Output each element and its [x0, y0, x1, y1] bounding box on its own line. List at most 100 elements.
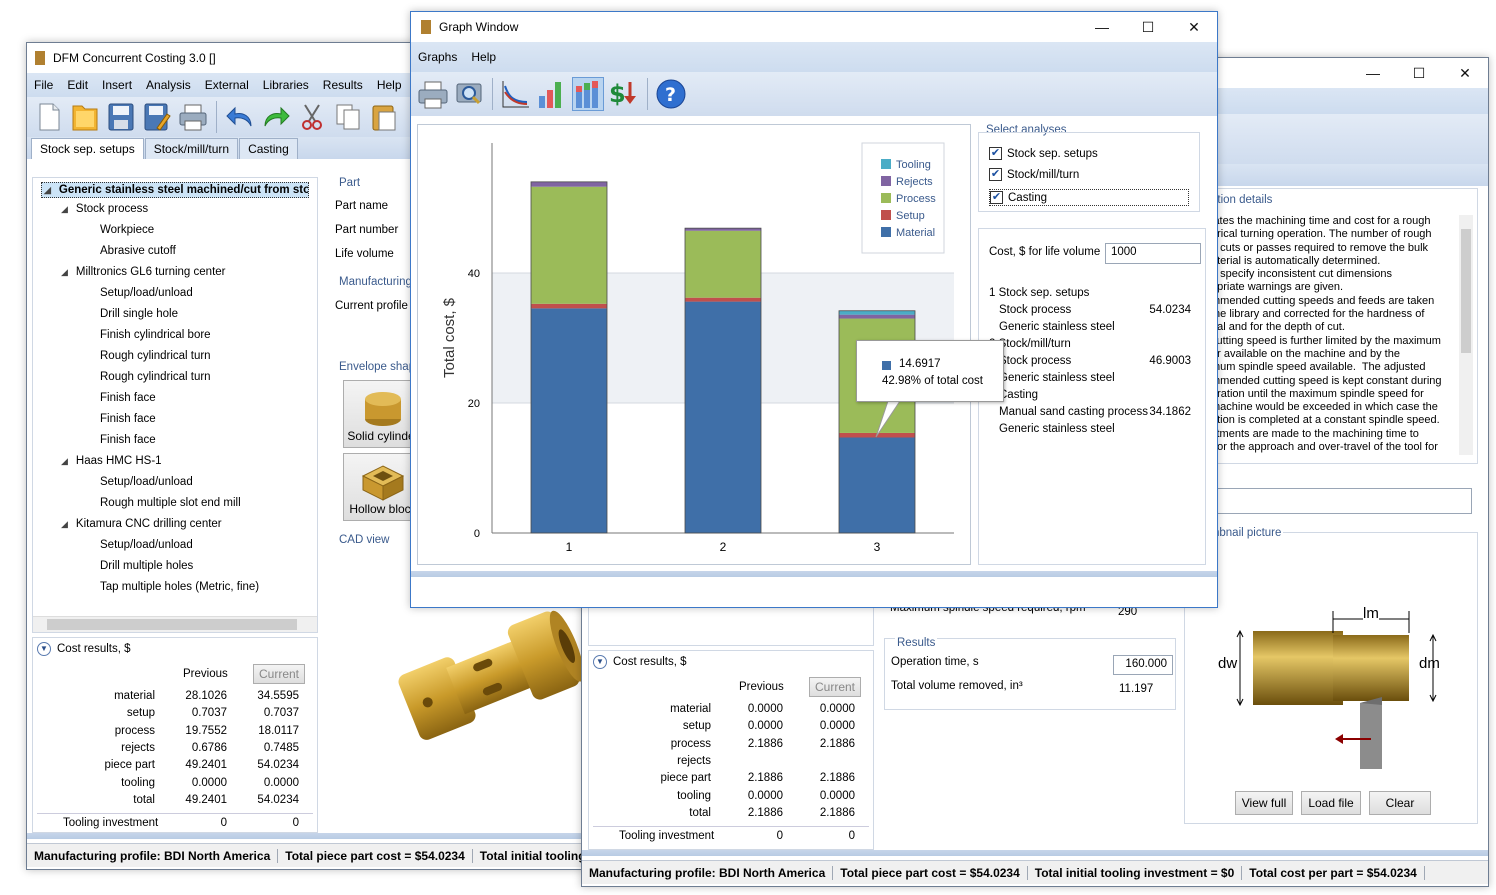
help-icon[interactable]: ? [655, 77, 687, 111]
bar-segment-process[interactable] [685, 230, 761, 298]
collapse-chevron-icon[interactable]: ▼ [593, 655, 607, 669]
analysis-checkbox[interactable]: ✔ Casting [989, 189, 1189, 206]
menu-libraries[interactable]: Libraries [263, 78, 309, 92]
clear-button[interactable]: Clear [1369, 791, 1431, 815]
menu-external[interactable]: External [205, 78, 249, 92]
tree-item[interactable]: Finish face [81, 392, 156, 404]
tree-item[interactable]: ◢ Stock process [61, 203, 148, 215]
bar-segment-material[interactable] [685, 301, 761, 533]
save-icon[interactable] [105, 100, 137, 134]
cost-results-header[interactable]: ▼ Cost results, $ [593, 655, 687, 669]
analysis-checkbox[interactable]: ✔ Stock/mill/turn [989, 168, 1079, 181]
tree-item-label: Finish face [100, 413, 156, 425]
tab-2[interactable]: Casting [239, 138, 298, 159]
tree-item[interactable]: Drill single hole [81, 308, 178, 320]
bar-segment-setup[interactable] [531, 303, 607, 309]
process-tree[interactable]: ◢ Generic stainless steel machined/cut fr… [33, 178, 317, 614]
life-volume-field[interactable]: 1000 [1105, 243, 1201, 264]
paste-icon[interactable] [368, 100, 400, 134]
copy-icon[interactable] [332, 100, 364, 134]
bar-graph-icon[interactable] [536, 77, 568, 111]
graph-maximize-icon[interactable]: ☐ [1125, 12, 1171, 42]
bar-segment-material[interactable] [839, 437, 915, 533]
collapse-chevron-icon[interactable]: ▼ [37, 642, 51, 656]
tree-item[interactable]: Rough cylindrical turn [81, 350, 211, 362]
redo-icon[interactable] [260, 100, 292, 134]
checkbox-icon[interactable]: ✔ [989, 147, 1002, 160]
menu-help[interactable]: Help [377, 78, 402, 92]
cost-row-previous: 0.0000 [747, 720, 783, 733]
cut-icon[interactable] [296, 100, 328, 134]
tree-item[interactable]: Tap multiple holes (Metric, fine) [81, 581, 259, 593]
view-full-button[interactable]: View full [1235, 791, 1293, 815]
status-item: Total initial tooling investment = $0 [1028, 865, 1243, 880]
close-icon[interactable]: ✕ [1442, 58, 1488, 88]
maximize-icon[interactable]: ☐ [1396, 58, 1442, 88]
graph-minimize-icon[interactable]: — [1079, 12, 1125, 42]
tree-item[interactable]: Workpiece [81, 224, 154, 236]
print-preview-icon[interactable] [453, 77, 485, 111]
checkbox-icon[interactable]: ✔ [989, 168, 1002, 181]
graph-menu-help[interactable]: Help [471, 50, 496, 64]
tree-item[interactable]: ◢ Kitamura CNC drilling center [61, 518, 222, 530]
menu-insert[interactable]: Insert [102, 78, 132, 92]
expand-triangle-icon[interactable]: ◢ [61, 267, 68, 277]
expand-triangle-icon[interactable]: ◢ [61, 519, 68, 529]
tree-item[interactable]: Rough cylindrical turn [81, 371, 211, 383]
cost-sort-icon[interactable]: $ [608, 77, 640, 111]
menu-edit[interactable]: Edit [67, 78, 88, 92]
graph-menu-graphs[interactable]: Graphs [418, 50, 457, 64]
tree-item[interactable]: Drill multiple holes [81, 560, 193, 572]
cost-results-header[interactable]: ▼ Cost results, $ [37, 642, 131, 656]
cost-row-label: total [689, 806, 711, 819]
new-file-icon[interactable] [33, 100, 65, 134]
cad-model-image[interactable] [383, 598, 593, 758]
tree-item[interactable]: Setup/load/unload [81, 476, 193, 488]
graph-print-icon[interactable] [417, 77, 449, 111]
tree-item[interactable]: ◢ Milltronics GL6 turning center [61, 266, 225, 278]
tree-item[interactable]: ◢ Generic stainless steel machined/cut fr… [41, 182, 309, 198]
load-file-button[interactable]: Load file [1301, 791, 1361, 815]
graph-close-icon[interactable]: ✕ [1171, 12, 1217, 42]
current-column-button[interactable]: Current [253, 664, 305, 684]
minimize-icon[interactable]: — [1350, 58, 1396, 88]
tree-item[interactable]: Rough multiple slot end mill [81, 497, 241, 509]
line-graph-icon[interactable] [500, 77, 532, 111]
expand-triangle-icon[interactable]: ◢ [61, 456, 68, 466]
tab-1[interactable]: Stock/mill/turn [144, 138, 239, 159]
status-item: Total cost per part = $54.0234 [1242, 865, 1425, 880]
turning-diagram-image [1236, 611, 1437, 769]
bar-segment-material[interactable] [531, 308, 607, 533]
tree-item[interactable]: Finish face [81, 413, 156, 425]
menu-results[interactable]: Results [323, 78, 363, 92]
tree-item[interactable]: Finish cylindrical bore [81, 329, 211, 341]
tree-item[interactable]: ◢ Haas HMC HS-1 [61, 455, 162, 467]
print-icon[interactable] [177, 100, 209, 134]
menu-analysis[interactable]: Analysis [146, 78, 191, 92]
horizontal-scrollbar[interactable] [33, 616, 317, 632]
tree-item[interactable]: Finish face [81, 434, 156, 446]
expand-triangle-icon[interactable]: ◢ [61, 204, 68, 214]
tree-item[interactable]: Abrasive cutoff [81, 245, 176, 257]
vertical-scrollbar[interactable] [1459, 215, 1473, 455]
operation-time-field[interactable]: 160.000 [1113, 655, 1173, 675]
bar-segment-rejects[interactable] [839, 314, 915, 319]
notes-field[interactable] [1210, 488, 1472, 514]
menu-file[interactable]: File [34, 78, 53, 92]
expand-triangle-icon[interactable]: ◢ [44, 185, 51, 195]
undo-icon[interactable] [224, 100, 256, 134]
bar-segment-process[interactable] [531, 186, 607, 304]
checkbox-icon[interactable]: ✔ [990, 191, 1003, 204]
tree-item[interactable]: Setup/load/unload [81, 287, 193, 299]
tree-item[interactable]: Setup/load/unload [81, 539, 193, 551]
open-folder-icon[interactable] [69, 100, 101, 134]
current-column-button[interactable]: Current [809, 677, 861, 697]
bar-segment-tooling[interactable] [839, 310, 915, 315]
stacked-bar-graph-icon[interactable] [572, 77, 604, 111]
tab-0[interactable]: Stock sep. setups [31, 138, 144, 159]
cost-row-current: 0.7037 [263, 707, 299, 720]
analysis-checkbox[interactable]: ✔ Stock sep. setups [989, 147, 1098, 160]
bar-segment-setup[interactable] [685, 297, 761, 302]
bar-segment-rejects[interactable] [531, 181, 607, 187]
save-as-icon[interactable] [141, 100, 173, 134]
